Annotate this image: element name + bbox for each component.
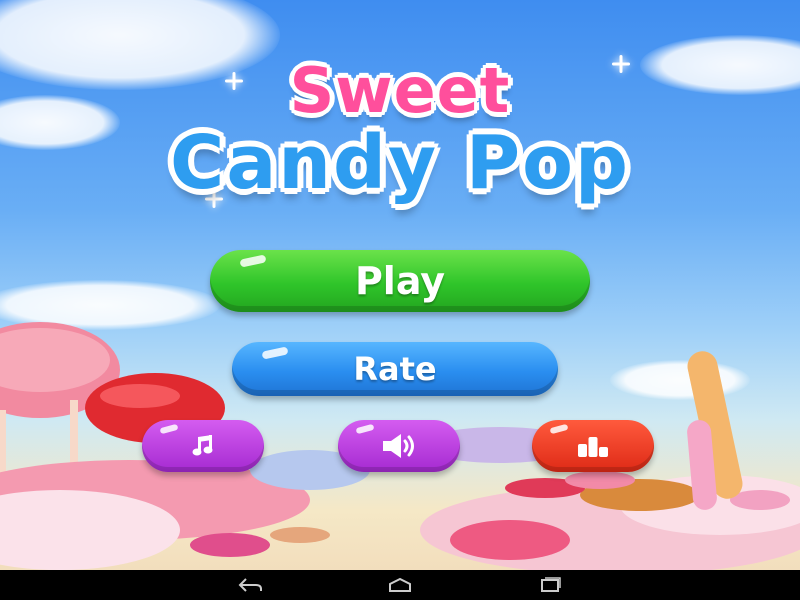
rate-button-label: Rate: [353, 350, 437, 388]
button-gloss: [239, 254, 267, 268]
play-button[interactable]: Play: [210, 250, 590, 312]
recents-icon: [541, 577, 561, 592]
home-icon: [389, 577, 411, 592]
button-gloss: [159, 423, 179, 435]
music-note-icon: [192, 435, 213, 456]
game-logo: Sweet Candy Pop: [0, 54, 800, 206]
home-button[interactable]: [385, 575, 415, 595]
button-gloss: [355, 423, 375, 435]
leaderboard-button[interactable]: [532, 420, 654, 472]
game-main-menu: Sweet Candy Pop Play Rate: [0, 0, 800, 600]
recents-button[interactable]: [535, 575, 565, 595]
logo-title-line2: Candy Pop: [170, 120, 630, 206]
logo-title-line1: Sweet: [289, 54, 511, 127]
sound-toggle-button[interactable]: [338, 420, 460, 472]
button-gloss: [261, 346, 289, 360]
speaker-icon: [383, 434, 414, 458]
music-toggle-button[interactable]: [142, 420, 264, 472]
system-navigation-bar: [0, 570, 800, 600]
play-button-label: Play: [354, 259, 446, 303]
rate-button[interactable]: Rate: [232, 342, 558, 396]
back-icon: [238, 578, 262, 592]
leaderboard-icon: [578, 437, 608, 457]
back-button[interactable]: [235, 575, 265, 595]
button-gloss: [549, 423, 569, 435]
